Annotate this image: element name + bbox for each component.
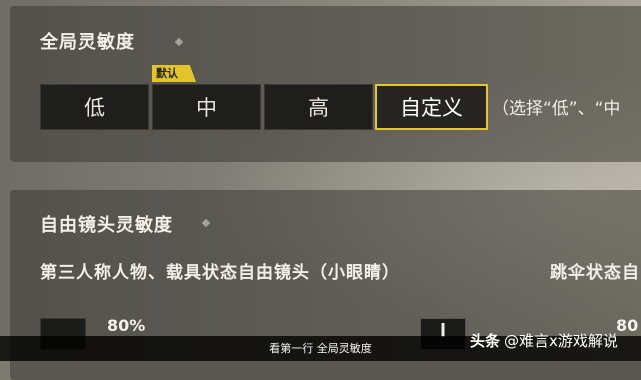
parachute-free-look-label: 跳伞状态自 bbox=[550, 263, 640, 283]
third-person-sensitivity-value: 80% bbox=[107, 316, 146, 335]
watermark: 头条 @难言x游戏解说 bbox=[470, 330, 618, 351]
global-sensitivity-title: 全局灵敏度 bbox=[40, 32, 135, 53]
selection-hint: （选择“低”、“中 bbox=[492, 99, 621, 119]
option-low-button[interactable]: 低 bbox=[40, 84, 149, 130]
third-person-free-look-label: 第三人称人物、载具状态自由镜头（小眼睛） bbox=[40, 263, 400, 283]
parachute-sensitivity-value: 80 bbox=[616, 316, 639, 335]
free-look-title: 自由镜头灵敏度 bbox=[40, 215, 173, 236]
watermark-brand: 头条 bbox=[470, 332, 501, 350]
default-badge: 默认 bbox=[152, 65, 196, 82]
option-custom-button[interactable]: 自定义 bbox=[375, 84, 488, 130]
option-medium-button[interactable]: 中 bbox=[152, 84, 261, 130]
option-high-button[interactable]: 高 bbox=[264, 84, 373, 130]
watermark-account: @难言x游戏解说 bbox=[504, 332, 618, 350]
